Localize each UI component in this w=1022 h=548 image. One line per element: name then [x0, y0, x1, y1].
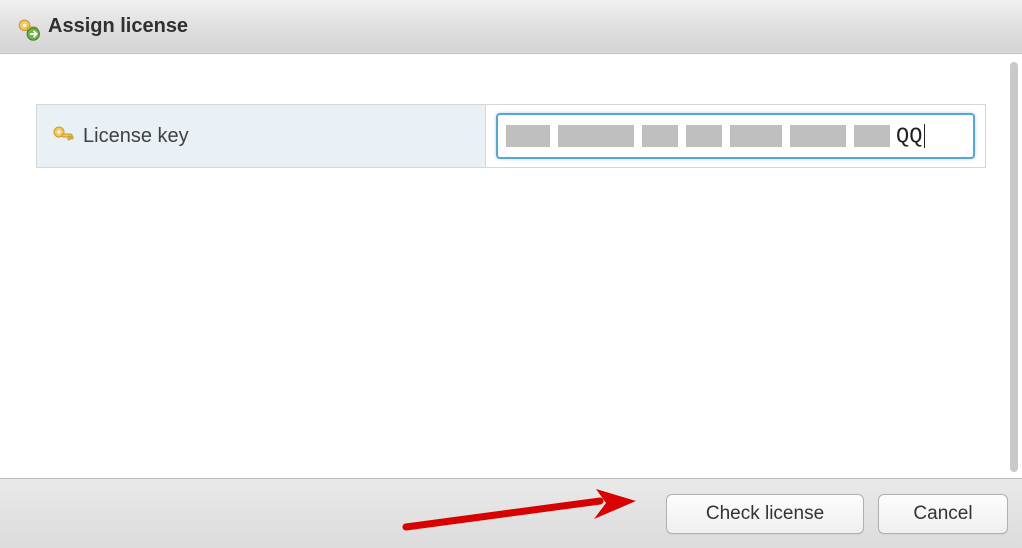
- license-key-row: License key QQ: [36, 104, 986, 168]
- license-key-input[interactable]: QQ: [496, 113, 975, 159]
- license-key-label-cell: License key: [37, 105, 486, 167]
- dialog-header: Assign license: [0, 0, 1022, 54]
- dialog-title: Assign license: [48, 15, 188, 38]
- redacted-content: [506, 115, 890, 157]
- dialog-body: License key QQ: [0, 54, 1022, 478]
- license-key-label: License key: [83, 125, 189, 148]
- assign-license-dialog: Assign license License key: [0, 0, 1022, 548]
- text-caret: [924, 124, 925, 148]
- key-icon: [51, 122, 75, 151]
- check-license-button[interactable]: Check license: [666, 494, 864, 534]
- cancel-button[interactable]: Cancel: [878, 494, 1008, 534]
- vertical-scrollbar[interactable]: [1010, 62, 1018, 472]
- license-key-visible-text: QQ: [896, 124, 922, 149]
- assign-license-icon: [14, 13, 42, 41]
- annotation-arrow-icon: [400, 487, 640, 537]
- license-key-input-cell: QQ: [486, 105, 985, 167]
- dialog-footer: Check license Cancel: [0, 478, 1022, 548]
